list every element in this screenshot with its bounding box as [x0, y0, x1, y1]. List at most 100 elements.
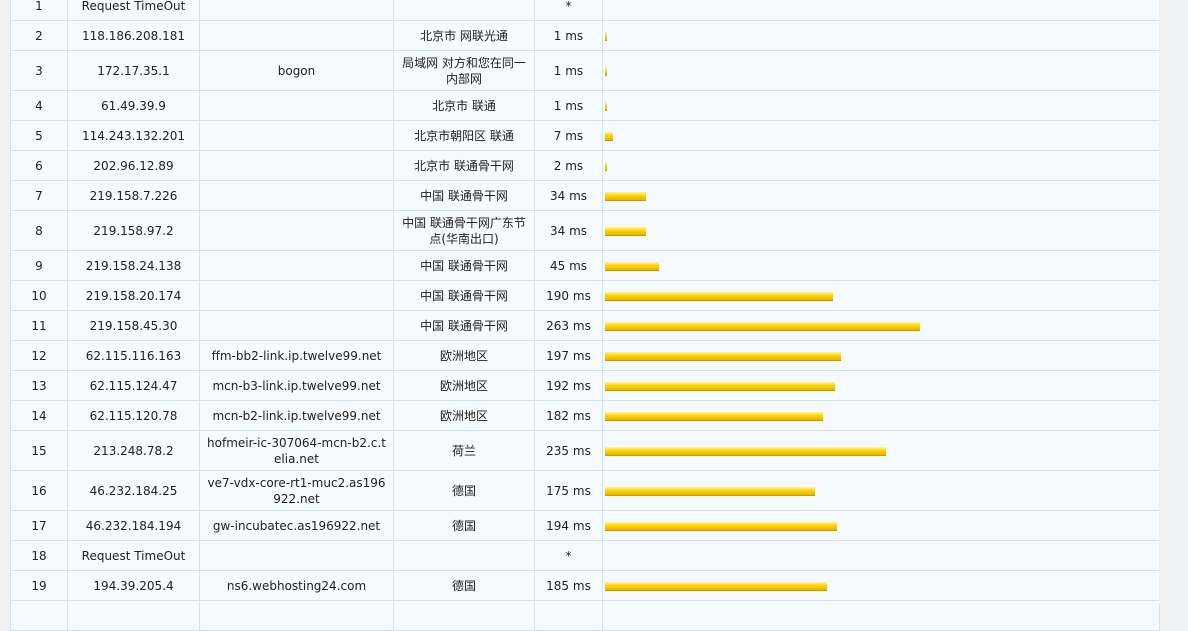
hostname-cell: mcn-b3-link.ip.twelve99.net: [199, 370, 394, 401]
latency-bar-cell: [602, 250, 1160, 281]
location-cell: 中国 联通骨干网广东节点(华南出口): [393, 210, 535, 251]
location-cell: 北京市 联通骨干网: [393, 150, 535, 181]
latency-bar-cell: [602, 20, 1160, 51]
ip-address-cell: 172.17.35.1: [67, 50, 200, 91]
table-row: 5 114.243.132.201 北京市朝阳区 联通 7 ms: [10, 120, 1160, 151]
ip-address-cell: 62.115.120.78: [67, 400, 200, 431]
latency-bar: [605, 66, 607, 76]
table-row: 9 219.158.24.138 中国 联通骨干网 45 ms: [10, 250, 1160, 281]
latency-bar-cell: [602, 430, 1160, 471]
traceroute-rows: 1 Request TimeOut * 2 118.186.208.181 北京市 网联光…: [10, 0, 1160, 631]
hostname-cell: ns6.webhosting24.com: [199, 570, 394, 601]
latency-bar-cell: [602, 310, 1160, 341]
ip-address-cell: 114.243.132.201: [67, 120, 200, 151]
hostname-cell: [199, 180, 394, 211]
hostname-cell: [199, 280, 394, 311]
hostname-cell: [199, 540, 394, 571]
hop-number-cell: 11: [10, 310, 68, 341]
table-row: 8 219.158.97.2 中国 联通骨干网广东节点(华南出口) 34 ms: [10, 210, 1160, 251]
hop-number-cell: 15: [10, 430, 68, 471]
latency-cell: 34 ms: [534, 180, 603, 211]
hop-number-cell: 7: [10, 180, 68, 211]
latency-cell: 1 ms: [534, 50, 603, 91]
latency-cell: 197 ms: [534, 340, 603, 371]
location-cell: 中国 联通骨干网: [393, 250, 535, 281]
location-cell: 北京市 联通: [393, 90, 535, 121]
ip-address-cell: 213.248.78.2: [67, 430, 200, 471]
hostname-cell: ffm-bb2-link.ip.twelve99.net: [199, 340, 394, 371]
latency-cell: *: [534, 540, 603, 571]
ip-address-cell: 219.158.24.138: [67, 250, 200, 281]
table-row: 6 202.96.12.89 北京市 联通骨干网 2 ms: [10, 150, 1160, 181]
latency-bar: [605, 261, 659, 271]
hostname-cell: mcn-b2-link.ip.twelve99.net: [199, 400, 394, 431]
latency-bar-cell: [602, 150, 1160, 181]
latency-bar-cell: [602, 370, 1160, 401]
ip-address-cell: 62.115.124.47: [67, 370, 200, 401]
location-cell: 中国 联通骨干网: [393, 280, 535, 311]
location-cell: 中国 联通骨干网: [393, 180, 535, 211]
latency-bar-cell: [602, 0, 1160, 21]
page-margin: [1159, 0, 1188, 604]
table-row: 14 62.115.120.78 mcn-b2-link.ip.twelve99.n…: [10, 400, 1160, 431]
location-cell: 局域网 对方和您在同一内部网: [393, 50, 535, 91]
latency-bar-cell: [602, 90, 1160, 121]
latency-cell: [534, 600, 603, 631]
table-row: [10, 600, 1160, 631]
traceroute-table: 1 Request TimeOut * 2 118.186.208.181 北京市 网联光…: [10, 0, 1160, 631]
location-cell: 欧洲地区: [393, 340, 535, 371]
hop-number-cell: 19: [10, 570, 68, 601]
ip-address-cell: 46.232.184.25: [67, 470, 200, 511]
latency-bar: [605, 191, 646, 201]
latency-bar-cell: [602, 180, 1160, 211]
hop-number-cell: [10, 600, 68, 631]
hostname-cell: [199, 210, 394, 251]
latency-bar: [605, 131, 613, 141]
hop-number-cell: 18: [10, 540, 68, 571]
hop-number-cell: 3: [10, 50, 68, 91]
latency-bar: [605, 381, 835, 391]
ip-address-cell: [67, 600, 200, 631]
table-row: 1 Request TimeOut *: [10, 0, 1160, 21]
table-row: 17 46.232.184.194 gw-incubatec.as196922.ne…: [10, 510, 1160, 541]
location-cell: 北京市朝阳区 联通: [393, 120, 535, 151]
latency-bar-cell: [602, 120, 1160, 151]
table-row: 7 219.158.7.226 中国 联通骨干网 34 ms: [10, 180, 1160, 211]
ip-address-cell: Request TimeOut: [67, 540, 200, 571]
latency-bar-cell: [602, 50, 1160, 91]
ip-address-cell: 61.49.39.9: [67, 90, 200, 121]
latency-cell: 1 ms: [534, 90, 603, 121]
location-cell: 德国: [393, 470, 535, 511]
latency-cell: 194 ms: [534, 510, 603, 541]
hop-number-cell: 1: [10, 0, 68, 21]
latency-cell: 45 ms: [534, 250, 603, 281]
latency-bar: [605, 321, 920, 331]
ip-address-cell: 118.186.208.181: [67, 20, 200, 51]
latency-bar: [605, 581, 827, 591]
table-row: 3 172.17.35.1 bogon 局域网 对方和您在同一内部网 1 ms: [10, 50, 1160, 91]
table-row: 4 61.49.39.9 北京市 联通 1 ms: [10, 90, 1160, 121]
table-row: 10 219.158.20.174 中国 联通骨干网 190 ms: [10, 280, 1160, 311]
latency-cell: 263 ms: [534, 310, 603, 341]
table-row: 19 194.39.205.4 ns6.webhosting24.com 德国 185 …: [10, 570, 1160, 601]
latency-bar: [605, 446, 886, 456]
table-row: 15 213.248.78.2 hofmeir-ic-307064-mcn-b2.c…: [10, 430, 1160, 471]
latency-cell: *: [534, 0, 603, 21]
hop-number-cell: 10: [10, 280, 68, 311]
location-cell: 德国: [393, 570, 535, 601]
location-cell: 欧洲地区: [393, 400, 535, 431]
hostname-cell: gw-incubatec.as196922.net: [199, 510, 394, 541]
latency-bar: [605, 291, 833, 301]
hostname-cell: hofmeir-ic-307064-mcn-b2.c.telia.net: [199, 430, 394, 471]
latency-cell: 192 ms: [534, 370, 603, 401]
latency-bar-cell: [602, 510, 1160, 541]
ip-address-cell: 219.158.20.174: [67, 280, 200, 311]
latency-bar-cell: [602, 400, 1160, 431]
hop-number-cell: 5: [10, 120, 68, 151]
latency-bar-cell: [602, 210, 1160, 251]
latency-cell: 182 ms: [534, 400, 603, 431]
table-row: 12 62.115.116.163 ffm-bb2-link.ip.twelve99…: [10, 340, 1160, 371]
latency-cell: 185 ms: [534, 570, 603, 601]
latency-bar: [605, 31, 607, 41]
table-row: 16 46.232.184.25 ve7-vdx-core-rt1-muc2.as1…: [10, 470, 1160, 511]
